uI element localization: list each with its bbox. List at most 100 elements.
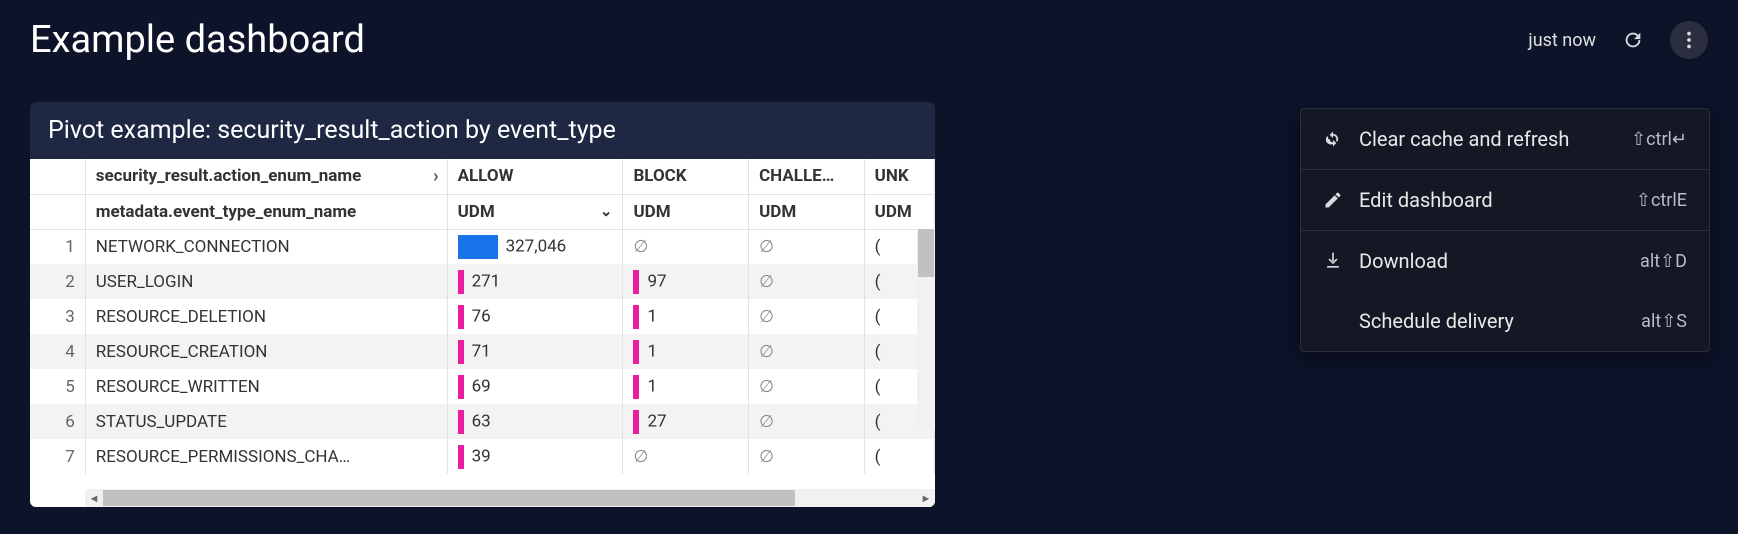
challenge-cell: ∅: [749, 369, 865, 404]
bar-indicator: [458, 375, 464, 399]
unknown-cell: (: [864, 439, 934, 474]
bar-indicator: [458, 305, 464, 329]
menu-schedule-delivery[interactable]: Schedule delivery alt⇧S: [1301, 291, 1709, 351]
panel-title: Pivot example: security_result_action by…: [30, 102, 935, 159]
block-cell: ∅: [623, 439, 749, 474]
menu-shortcut: ⇧ctrlE: [1636, 190, 1687, 211]
header-blank: [30, 159, 85, 194]
block-cell: 1: [623, 299, 749, 334]
header-unknown[interactable]: UNK: [864, 159, 934, 194]
menu-label: Edit dashboard: [1359, 188, 1636, 212]
row-number: 5: [30, 369, 85, 404]
horizontal-scrollbar[interactable]: [103, 489, 917, 507]
row-number: 6: [30, 404, 85, 439]
chevron-right-icon: ›: [433, 166, 438, 187]
event-type-cell: RESOURCE_WRITTEN: [85, 369, 447, 404]
allow-cell: 71: [447, 334, 623, 369]
subheader-udm-1-label: UDM: [458, 202, 495, 222]
menu-shortcut: alt⇧D: [1640, 251, 1687, 272]
challenge-cell: ∅: [749, 299, 865, 334]
event-type-cell: STATUS_UPDATE: [85, 404, 447, 439]
header-challenge[interactable]: CHALLE…: [749, 159, 865, 194]
block-cell: 1: [623, 369, 749, 404]
subheader-udm-4[interactable]: UDM: [864, 194, 934, 229]
dashboard-context-menu: Clear cache and refresh ⇧ctrl↵ Edit dash…: [1300, 108, 1710, 352]
subheader-udm-2[interactable]: UDM: [623, 194, 749, 229]
bar-indicator: [633, 305, 639, 329]
allow-cell: 63: [447, 404, 623, 439]
subheader-udm-1[interactable]: UDM ⌄: [447, 194, 623, 229]
menu-shortcut: ⇧ctrl↵: [1631, 129, 1687, 150]
challenge-cell: ∅: [749, 439, 865, 474]
challenge-cell: ∅: [749, 334, 865, 369]
refresh-double-icon: [1323, 129, 1359, 149]
refresh-button[interactable]: [1614, 21, 1652, 59]
header-block[interactable]: BLOCK: [623, 159, 749, 194]
pivot-table: security_result.action_enum_name › ALLOW…: [30, 159, 935, 507]
block-cell: 1: [623, 334, 749, 369]
bar-indicator: [633, 340, 639, 364]
challenge-cell: ∅: [749, 264, 865, 299]
ellipsis-vertical-icon: [1678, 29, 1700, 51]
subheader-blank: [30, 194, 85, 229]
block-cell: 97: [623, 264, 749, 299]
chevron-down-icon: ⌄: [600, 202, 613, 220]
horizontal-scroll-thumb[interactable]: [103, 490, 795, 506]
refresh-timestamp: just now: [1528, 30, 1596, 51]
refresh-icon: [1622, 29, 1644, 51]
subheader-event-type[interactable]: metadata.event_type_enum_name: [85, 194, 447, 229]
allow-cell: 271: [447, 264, 623, 299]
allow-cell: 76: [447, 299, 623, 334]
bar-indicator: [633, 270, 639, 294]
menu-label: Schedule delivery: [1359, 309, 1641, 333]
challenge-cell: ∅: [749, 229, 865, 264]
table-row[interactable]: 3RESOURCE_DELETION761∅(: [30, 299, 935, 334]
pivot-panel: Pivot example: security_result_action by…: [30, 102, 935, 507]
more-menu-button[interactable]: [1670, 21, 1708, 59]
menu-shortcut: alt⇧S: [1641, 311, 1687, 332]
menu-label: Clear cache and refresh: [1359, 127, 1631, 151]
block-cell: ∅: [623, 229, 749, 264]
event-type-cell: RESOURCE_CREATION: [85, 334, 447, 369]
table-row[interactable]: 2USER_LOGIN27197∅(: [30, 264, 935, 299]
subheader-udm-3[interactable]: UDM: [749, 194, 865, 229]
vertical-scrollbar[interactable]: [917, 229, 935, 429]
download-icon: [1323, 251, 1359, 271]
hscroll-right-arrow[interactable]: ►: [917, 489, 935, 507]
hscroll-left-arrow[interactable]: ◄: [85, 489, 103, 507]
bar-indicator: [458, 235, 498, 259]
allow-cell: 327,046: [447, 229, 623, 264]
menu-label: Download: [1359, 249, 1640, 273]
bar-indicator: [458, 445, 464, 469]
vertical-scroll-thumb[interactable]: [918, 229, 934, 277]
event-type-cell: RESOURCE_PERMISSIONS_CHA…: [85, 439, 447, 474]
event-type-cell: USER_LOGIN: [85, 264, 447, 299]
pencil-icon: [1323, 190, 1359, 210]
row-number: 4: [30, 334, 85, 369]
allow-cell: 69: [447, 369, 623, 404]
table-row[interactable]: 1NETWORK_CONNECTION327,046∅∅(: [30, 229, 935, 264]
table-row[interactable]: 5RESOURCE_WRITTEN691∅(: [30, 369, 935, 404]
bar-indicator: [458, 410, 464, 434]
block-cell: 27: [623, 404, 749, 439]
table-row[interactable]: 7RESOURCE_PERMISSIONS_CHA…39∅∅(: [30, 439, 935, 474]
event-type-cell: RESOURCE_DELETION: [85, 299, 447, 334]
menu-edit-dashboard[interactable]: Edit dashboard ⇧ctrlE: [1301, 169, 1709, 230]
table-row[interactable]: 4RESOURCE_CREATION711∅(: [30, 334, 935, 369]
event-type-cell: NETWORK_CONNECTION: [85, 229, 447, 264]
bar-indicator: [458, 340, 464, 364]
table-row[interactable]: 6STATUS_UPDATE6327∅(: [30, 404, 935, 439]
header-action-enum[interactable]: security_result.action_enum_name ›: [85, 159, 447, 194]
allow-cell: 39: [447, 439, 623, 474]
row-number: 7: [30, 439, 85, 474]
bar-indicator: [633, 410, 639, 434]
row-number: 3: [30, 299, 85, 334]
header-action-enum-label: security_result.action_enum_name: [96, 166, 362, 186]
menu-clear-cache-refresh[interactable]: Clear cache and refresh ⇧ctrl↵: [1301, 109, 1709, 169]
bar-indicator: [458, 270, 464, 294]
menu-download[interactable]: Download alt⇧D: [1301, 230, 1709, 291]
challenge-cell: ∅: [749, 404, 865, 439]
page-title: Example dashboard: [30, 18, 365, 62]
bar-indicator: [633, 375, 639, 399]
header-allow[interactable]: ALLOW: [447, 159, 623, 194]
